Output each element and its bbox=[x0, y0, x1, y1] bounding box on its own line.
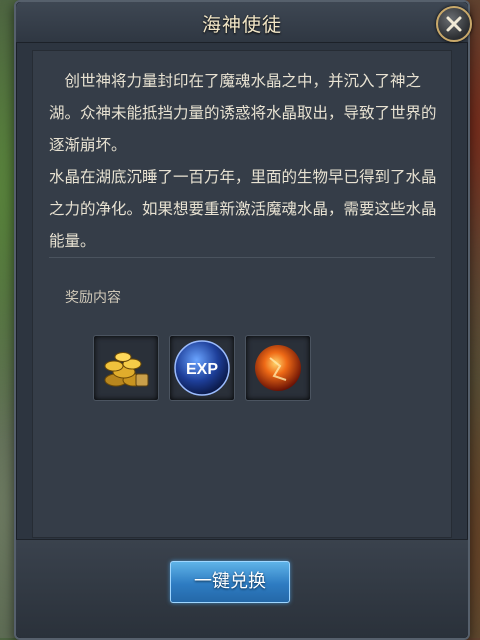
divider bbox=[49, 257, 435, 258]
dialog-content: 创世神将力量封印在了魔魂水晶之中，并沉入了神之湖。众神未能抵挡力量的诱惑将水晶取… bbox=[32, 50, 452, 538]
reward-slot-gold[interactable] bbox=[93, 335, 159, 401]
exchange-all-button[interactable]: 一键兑换 bbox=[170, 561, 290, 603]
close-icon bbox=[446, 16, 462, 32]
fire-crystal-icon bbox=[255, 345, 301, 391]
exp-orb-icon: EXP bbox=[174, 340, 230, 396]
gold-coins-icon bbox=[104, 352, 149, 387]
reward-slot-exp[interactable]: EXP bbox=[169, 335, 235, 401]
dialog-titlebar: 海神使徒 bbox=[16, 2, 468, 43]
exp-label: EXP bbox=[186, 361, 218, 378]
quest-description: 创世神将力量封印在了魔魂水晶之中，并沉入了神之湖。众神未能抵挡力量的诱惑将水晶取… bbox=[49, 72, 437, 250]
reward-slot-crystal[interactable] bbox=[245, 335, 311, 401]
dialog-title: 海神使徒 bbox=[201, 14, 282, 36]
close-button[interactable] bbox=[436, 6, 472, 42]
quest-dialog: 海神使徒 创世神将力量封印在了魔魂水晶之中，并沉入了神之湖。众神未能抵挡力量的诱… bbox=[14, 0, 472, 640]
reward-label: 奖励内容 bbox=[65, 290, 121, 306]
